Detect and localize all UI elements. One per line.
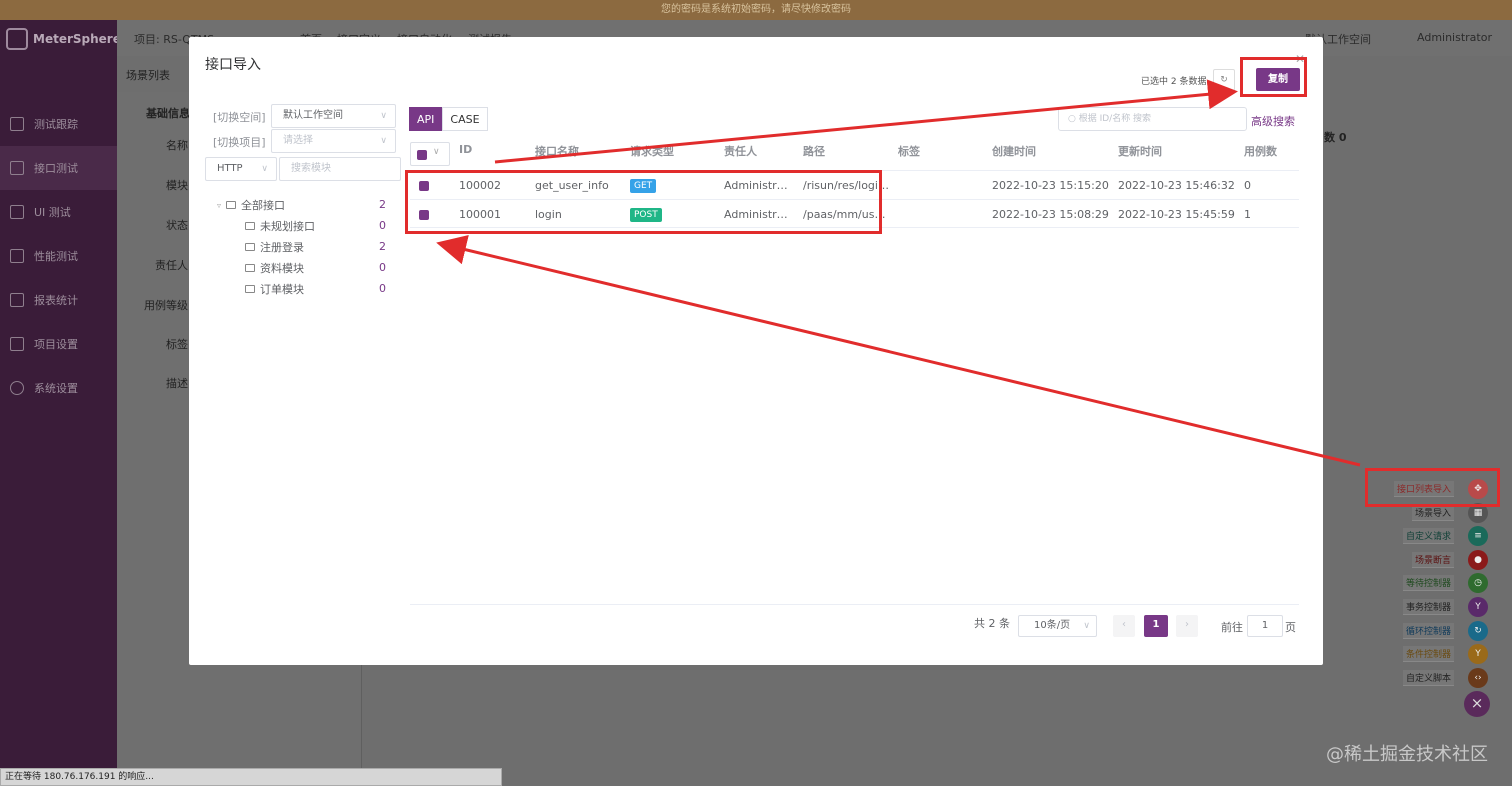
arrow-to-copy xyxy=(494,79,1238,164)
annotation-arrows xyxy=(436,79,1361,467)
arrow-to-rows xyxy=(436,235,1361,467)
